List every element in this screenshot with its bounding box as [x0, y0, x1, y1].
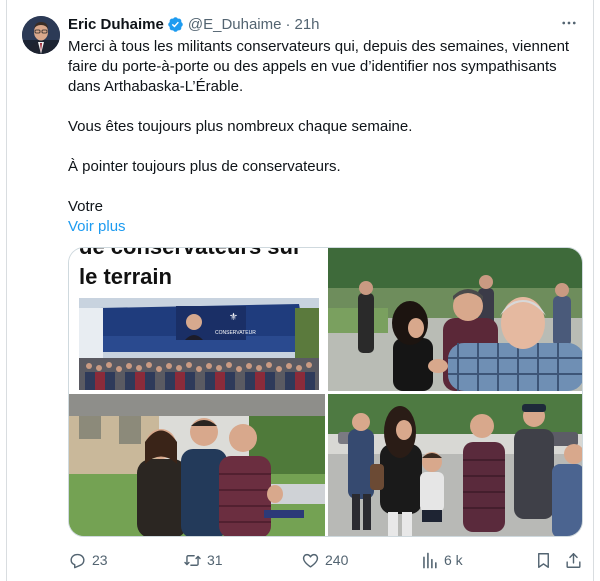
- timestamp[interactable]: 21h: [294, 16, 319, 33]
- media-photo-headline[interactable]: de conservateurs sur le terrain ⚜ CONSER…: [69, 248, 325, 391]
- tweet-paragraph: Vous êtes toujours plus nombreux chaque …: [68, 118, 413, 135]
- tweet-header: Eric Duhaime @E_Duhaime · 21h: [68, 14, 320, 34]
- headline-text: le terrain: [79, 264, 172, 289]
- media-grid: de conservateurs sur le terrain ⚜ CONSER…: [68, 247, 583, 537]
- show-more-link[interactable]: Voir plus: [68, 217, 578, 237]
- tweet-actions: 23 31 240 6 k: [68, 548, 583, 572]
- media-photo-conversation[interactable]: [328, 248, 582, 391]
- tweet-paragraph: Merci à tous les militants conservateurs…: [68, 38, 570, 95]
- like-button[interactable]: 240: [301, 548, 348, 572]
- more-options-icon[interactable]: [558, 12, 580, 34]
- share-button[interactable]: [564, 548, 583, 572]
- reply-count: 23: [92, 552, 108, 568]
- like-count: 240: [325, 552, 349, 568]
- repost-count: 31: [207, 552, 223, 568]
- reply-button[interactable]: 23: [68, 548, 108, 572]
- svg-text:⚜: ⚜: [229, 312, 238, 323]
- headline-partial-text: de conservateurs sur: [79, 248, 302, 259]
- author-handle[interactable]: @E_Duhaime: [188, 16, 282, 33]
- tweet-text: Merci à tous les militants conservateurs…: [68, 37, 578, 237]
- tweet-paragraph: Votre: [68, 198, 104, 215]
- verified-badge-icon: [168, 16, 183, 32]
- views-button[interactable]: 6 k: [420, 548, 463, 572]
- bookmark-button[interactable]: [534, 548, 553, 572]
- media-photo-street[interactable]: [328, 394, 582, 536]
- repost-button[interactable]: 31: [183, 548, 223, 572]
- banner-text: CONSERVATEUR: [215, 330, 256, 336]
- separator-dot: ·: [285, 15, 291, 33]
- author-name[interactable]: Eric Duhaime: [68, 16, 164, 33]
- heart-icon: [302, 553, 319, 568]
- bookmark-icon: [538, 552, 549, 568]
- tweet-paragraph: À pointer toujours plus de conservateurs…: [68, 158, 341, 175]
- avatar[interactable]: [22, 16, 60, 54]
- view-count: 6 k: [444, 552, 463, 568]
- views-chart-icon: [423, 552, 437, 568]
- share-icon: [566, 552, 581, 568]
- repost-icon: [184, 554, 201, 566]
- reply-icon: [70, 553, 85, 568]
- media-photo-group[interactable]: [69, 394, 325, 536]
